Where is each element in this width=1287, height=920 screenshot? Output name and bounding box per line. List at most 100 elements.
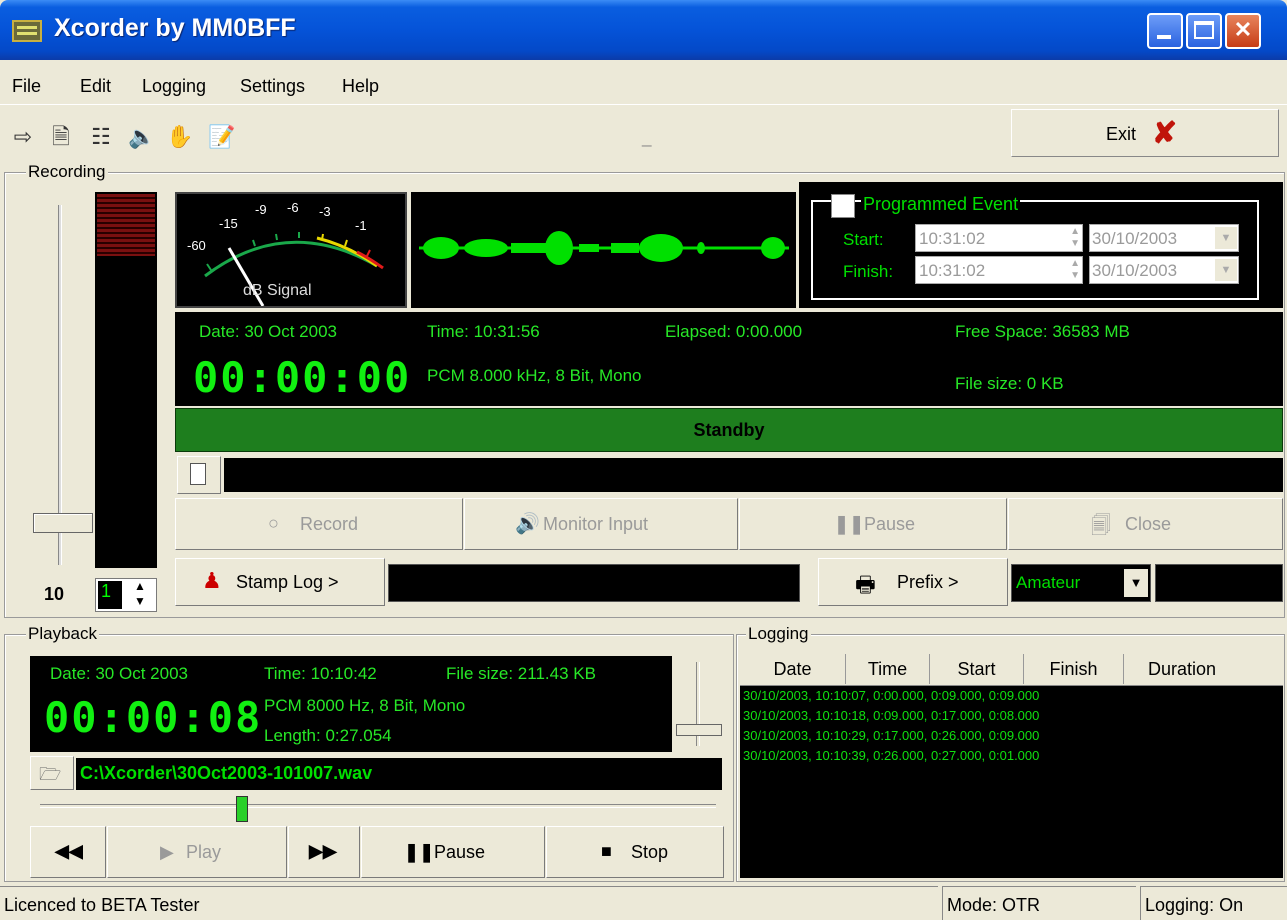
stamp-log-label: Stamp Log > <box>236 572 339 592</box>
playback-volume-thumb[interactable] <box>676 724 722 736</box>
seek-track <box>40 804 716 808</box>
start-time-spin-icon[interactable]: ▲ ▼ <box>1070 226 1080 250</box>
spin-down-icon[interactable]: ▼ <box>134 594 146 608</box>
vu-label-9: -9 <box>255 202 267 217</box>
status-bar-standby: Standby <box>175 408 1283 452</box>
play-file-size: File size: 211.43 KB <box>446 664 596 683</box>
playback-file-path[interactable]: C:\Xcorder\30Oct2003-101007.wav <box>76 758 722 790</box>
prefix-select[interactable]: Amateur ▼ <box>1011 564 1151 602</box>
close-button[interactable]: ✕ <box>1225 13 1261 49</box>
start-time-value: 10:31:02 <box>919 229 986 248</box>
maximize-button[interactable] <box>1186 13 1222 49</box>
spin-up-icon[interactable]: ▲ <box>134 579 146 593</box>
vu-label-3: -3 <box>319 204 331 219</box>
vu-caption: dB Signal <box>243 282 312 299</box>
programmed-event-checkbox[interactable] <box>831 194 855 218</box>
play-time: Time: 10:10:42 <box>264 664 377 683</box>
col-date[interactable]: Date <box>740 654 846 684</box>
record-pause-button[interactable]: ❚❚ Pause <box>739 498 1007 550</box>
play-date: Date: 30 Oct 2003 <box>50 664 188 683</box>
finish-time-field[interactable]: 10:31:02 ▲ ▼ <box>915 256 1083 284</box>
status-mode: Mode: OTR <box>942 886 1136 920</box>
rec-counter: 00:00:00 <box>193 353 412 402</box>
start-date-value: 30/10/2003 <box>1092 229 1178 248</box>
rewind-button[interactable]: ◀◀ <box>30 826 106 878</box>
seek-thumb[interactable] <box>236 796 248 822</box>
col-start[interactable]: Start <box>930 654 1024 684</box>
channel-value[interactable]: 1 <box>98 581 122 609</box>
play-counter: 00:00:08 <box>44 693 263 742</box>
playback-volume-slider[interactable] <box>676 656 724 752</box>
record-close-button[interactable]: 🗐 Close <box>1008 498 1283 550</box>
slider-thumb[interactable] <box>33 513 93 533</box>
col-time[interactable]: Time <box>846 654 930 684</box>
menu-logging[interactable]: Logging <box>142 76 206 97</box>
play-icon: ▶ <box>160 842 174 862</box>
table-row[interactable]: 30/10/2003, 10:10:29, 0:17.000, 0:26.000… <box>743 728 1039 743</box>
finish-date-dropdown-icon[interactable]: ▼ <box>1215 259 1237 281</box>
level-meter-peak <box>97 194 155 256</box>
fast-forward-button[interactable]: ▶▶ <box>288 826 360 878</box>
status-licence: Licenced to BETA Tester <box>0 886 938 920</box>
start-date-dropdown-icon[interactable]: ▼ <box>1215 227 1237 249</box>
app-icon <box>12 20 42 42</box>
toolbar-separator: _ <box>642 128 652 147</box>
playback-pause-button[interactable]: ❚❚ Pause <box>361 826 545 878</box>
menu-edit[interactable]: Edit <box>80 76 111 97</box>
vu-label-6: -6 <box>287 200 299 215</box>
menu-settings[interactable]: Settings <box>240 76 305 97</box>
menu-divider <box>0 104 1287 105</box>
stamp-log-field[interactable] <box>388 564 800 602</box>
prefix-dropdown-icon[interactable]: ▼ <box>1124 569 1148 597</box>
exit-button[interactable]: Exit ✘ <box>1011 109 1279 157</box>
playback-seek-bar[interactable] <box>40 796 716 824</box>
col-duration[interactable]: Duration <box>1124 654 1240 684</box>
new-file-icon <box>190 463 206 485</box>
monitor-speaker-icon: 🔊 <box>515 513 540 535</box>
stamp-log-button[interactable]: ♟ Stamp Log > <box>175 558 385 606</box>
close-doc-icon: 🗐 <box>1091 515 1111 537</box>
open-arrow-icon[interactable]: ⇨ <box>12 124 34 150</box>
hand-icon[interactable]: ✋ <box>166 124 193 150</box>
monitor-input-button[interactable]: 🔊 Monitor Input <box>464 498 738 550</box>
record-filename-field[interactable] <box>224 458 1283 492</box>
prefix-button[interactable]: 🖶 Prefix > <box>818 558 1008 606</box>
programmed-event-panel: Programmed Event Start: Finish: 10:31:02… <box>799 182 1283 308</box>
open-file-button[interactable]: 🗁 <box>30 756 74 790</box>
speaker-icon[interactable]: 🔈 <box>128 124 155 150</box>
vu-label-15: -15 <box>219 216 238 231</box>
playback-pause-icon: ❚❚ <box>404 842 435 862</box>
stop-button[interactable]: ■ Stop <box>546 826 724 878</box>
rec-format: PCM 8.000 kHz, 8 Bit, Mono <box>427 366 642 385</box>
start-time-field[interactable]: 10:31:02 ▲ ▼ <box>915 224 1083 252</box>
record-button[interactable]: ○ Record <box>175 498 463 550</box>
folder-icon: 🗁 <box>39 764 62 784</box>
prefix-text-field[interactable] <box>1155 564 1283 602</box>
table-row[interactable]: 30/10/2003, 10:10:07, 0:00.000, 0:09.000… <box>743 688 1039 703</box>
programmed-event-label: Programmed Event <box>861 194 1021 215</box>
channel-spinner[interactable]: 1 ▲ ▼ <box>95 578 157 612</box>
log-table[interactable]: Date Time Start Finish Duration 30/10/20… <box>740 652 1283 878</box>
table-row[interactable]: 30/10/2003, 10:10:39, 0:26.000, 0:27.000… <box>743 748 1039 763</box>
finish-time-spin-icon[interactable]: ▲ ▼ <box>1070 258 1080 282</box>
vu-meter: -60 -15 -9 -6 -3 -1 dB Signal <box>175 192 407 308</box>
play-button[interactable]: ▶ Play <box>107 826 287 878</box>
finish-date-select[interactable]: 30/10/2003 ▼ <box>1089 256 1239 284</box>
recording-label: Recording <box>26 162 108 182</box>
file-list-icon[interactable]: ☷ <box>90 124 112 150</box>
menu-file[interactable]: File <box>12 76 41 97</box>
record-level-slider[interactable] <box>33 195 93 575</box>
minimize-button[interactable] <box>1147 13 1183 49</box>
new-file-button[interactable] <box>177 456 221 494</box>
fast-forward-icon: ▶▶ <box>309 841 337 861</box>
level-meter-bar <box>95 192 157 568</box>
start-date-select[interactable]: 30/10/2003 ▼ <box>1089 224 1239 252</box>
record-pause-label: Pause <box>864 514 916 534</box>
document-icon[interactable]: 🗎 <box>50 124 72 150</box>
table-row[interactable]: 30/10/2003, 10:10:18, 0:09.000, 0:17.000… <box>743 708 1039 723</box>
col-finish[interactable]: Finish <box>1024 654 1124 684</box>
edit-notes-icon[interactable]: 📝 <box>208 124 235 150</box>
title-bar[interactable]: Xcorder by MM0BFF ✕ <box>0 0 1287 60</box>
exit-label: Exit <box>1106 124 1137 144</box>
menu-help[interactable]: Help <box>342 76 379 97</box>
